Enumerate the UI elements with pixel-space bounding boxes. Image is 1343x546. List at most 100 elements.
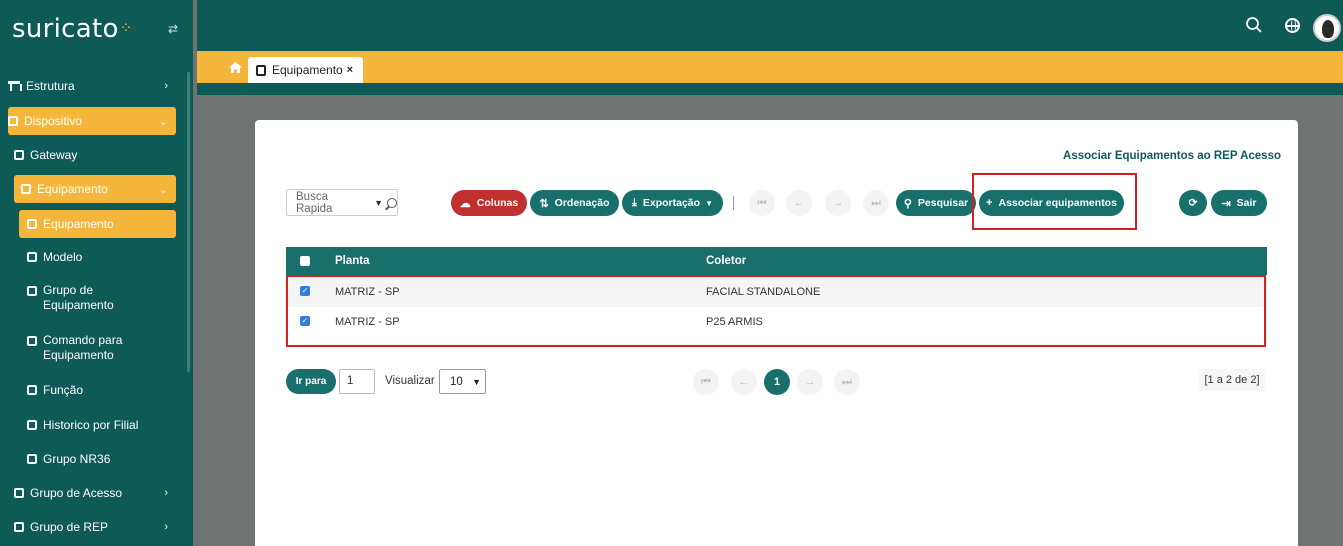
device-icon <box>21 184 31 194</box>
chevron-right-icon: › <box>164 487 168 499</box>
building-icon <box>8 81 22 91</box>
sidebar-item-label: Grupo NR36 <box>43 452 111 466</box>
close-tab-icon[interactable]: × <box>347 64 353 76</box>
logo-dots-icon: ⁘ <box>119 19 133 37</box>
page-number-input[interactable]: 1 <box>339 369 375 394</box>
app-logo: suricato⁘ <box>12 14 133 44</box>
pager-last-button[interactable]: ⏭ <box>834 369 860 395</box>
first-page-icon: ⏮ <box>701 375 711 388</box>
search-icon[interactable] <box>387 197 397 208</box>
sort-label: Ordenação <box>554 197 610 209</box>
last-page-icon: ⏭ <box>871 196 881 209</box>
brand: suricato⁘ ⇄ <box>0 0 193 60</box>
modal-title: Associar Equipamentos ao REP Acesso <box>1063 150 1281 162</box>
sidebar-item-estrutura[interactable]: Estrutura › <box>8 72 176 100</box>
sidebar-item-modelo[interactable]: Modelo <box>27 243 193 271</box>
sidebar-item-comando-equipamento[interactable]: Comando para Equipamento <box>27 333 167 371</box>
sidebar-item-grupo-rep[interactable]: Grupo de REP › <box>14 513 176 541</box>
search-icon[interactable] <box>1245 16 1263 34</box>
next-button[interactable]: → <box>825 190 851 216</box>
home-icon[interactable] <box>229 62 242 73</box>
highlight-associate-button <box>972 173 1137 230</box>
goto-page-button[interactable]: Ir para <box>286 369 336 394</box>
quick-search-input[interactable]: Busca Rapida ▼ <box>286 189 398 216</box>
record-count: [1 a 2 de 2] <box>1199 369 1265 391</box>
refresh-icon: ⟳ <box>1188 197 1198 209</box>
device-icon <box>27 336 37 346</box>
chevron-down-icon: ▼ <box>472 376 481 387</box>
sidebar-item-grupo-equipamento[interactable]: Grupo de Equipamento <box>27 283 167 321</box>
tab-equipamento[interactable]: Equipamento × <box>248 57 363 83</box>
sidebar-item-gateway[interactable]: Gateway <box>14 141 182 169</box>
chevron-down-icon: ⌄ <box>158 115 168 128</box>
globe-icon[interactable] <box>1285 18 1300 33</box>
exit-label: Sair <box>1236 197 1257 209</box>
page-size-select[interactable]: 10 ▼ <box>439 369 486 394</box>
device-icon <box>27 219 37 229</box>
device-icon <box>8 116 18 126</box>
sidebar-item-dispositivo[interactable]: Dispositivo ⌄ <box>8 107 176 135</box>
cloud-icon: ☁ <box>459 197 471 210</box>
sign-out-icon: ⇥ <box>1221 197 1231 210</box>
sidebar-item-grupo-nr36[interactable]: Grupo NR36 <box>27 445 193 473</box>
device-icon <box>14 150 24 160</box>
column-header-planta[interactable]: Planta <box>335 255 370 267</box>
pager-prev-button[interactable]: ← <box>731 369 757 395</box>
first-page-button[interactable]: ⏮ <box>749 190 775 216</box>
sidebar-item-label: Gateway <box>30 148 78 162</box>
arrow-right-icon: → <box>804 376 816 388</box>
sidebar-item-label: Função <box>43 383 84 397</box>
sidebar-item-historico-filial[interactable]: Historico por Filial <box>27 411 193 439</box>
avatar[interactable] <box>1313 14 1341 42</box>
device-icon <box>256 64 266 76</box>
quick-search-placeholder: Busca Rapida <box>296 190 333 215</box>
columns-label: Colunas <box>476 197 519 209</box>
sidebar-item-label: Equipamento <box>37 182 108 196</box>
sidebar-item-equipamento[interactable]: Equipamento <box>19 210 176 238</box>
tab-label: Equipamento <box>272 63 343 77</box>
sidebar-item-funcao[interactable]: Função <box>27 376 193 404</box>
collapse-menu-icon[interactable]: ⇄ <box>168 22 178 36</box>
sidebar-item-label: Dispositivo <box>24 114 83 128</box>
sidebar-item-grupo-acesso[interactable]: Grupo de Acesso › <box>14 479 176 507</box>
chevron-right-icon: › <box>164 80 168 92</box>
sidebar-item-equipamento-group[interactable]: Equipamento ⌄ <box>14 175 176 203</box>
sidebar-item-label: Historico por Filial <box>43 418 139 432</box>
exit-button[interactable]: ⇥ Sair <box>1211 190 1267 216</box>
header <box>197 0 1343 51</box>
sidebar-item-label: Estrutura <box>26 79 75 93</box>
last-page-button[interactable]: ⏭ <box>863 190 889 216</box>
search-label: Pesquisar <box>917 197 969 209</box>
sidebar-scrollbar[interactable] <box>187 72 190 372</box>
sort-icon: ⇅ <box>539 197 549 210</box>
sidebar-item-label: Comando para Equipamento <box>43 333 123 362</box>
toolbar-divider <box>733 196 734 210</box>
logo-text: suricato <box>12 14 119 44</box>
sidebar-item-label: Grupo de Acesso <box>30 486 123 500</box>
search-button[interactable]: ⚲ Pesquisar <box>896 190 976 216</box>
caret-down-icon[interactable]: ▼ <box>374 198 383 208</box>
arrow-right-icon: → <box>832 197 844 209</box>
device-icon <box>14 488 24 498</box>
download-icon: ⤓ <box>632 196 637 209</box>
sort-button[interactable]: ⇅ Ordenação <box>530 190 619 216</box>
select-all-checkbox[interactable] <box>300 256 310 266</box>
sidebar-item-label: Grupo de REP <box>30 520 109 534</box>
refresh-button[interactable]: ⟳ <box>1179 190 1207 216</box>
caret-down-icon: ▼ <box>705 198 713 208</box>
sidebar-item-label: Modelo <box>43 250 83 264</box>
pager-next-button[interactable]: → <box>797 369 823 395</box>
export-button[interactable]: ⤓ Exportação ▼ <box>622 190 723 216</box>
highlight-selected-rows <box>286 275 1266 347</box>
page-size-label: Visualizar <box>385 375 435 387</box>
device-icon <box>27 454 37 464</box>
pager-current-page[interactable]: 1 <box>764 369 790 395</box>
chevron-down-icon: ⌄ <box>158 183 168 196</box>
pager-first-button[interactable]: ⏮ <box>693 369 719 395</box>
sidebar: suricato⁘ ⇄ Estrutura › Dispositivo ⌄ Ga… <box>0 0 193 546</box>
device-icon <box>27 252 37 262</box>
columns-button[interactable]: ☁ Colunas <box>451 190 527 216</box>
prev-button[interactable]: ← <box>786 190 812 216</box>
column-header-coletor[interactable]: Coletor <box>706 255 746 267</box>
sidebar-item-label: Grupo de Equipamento <box>43 283 114 312</box>
